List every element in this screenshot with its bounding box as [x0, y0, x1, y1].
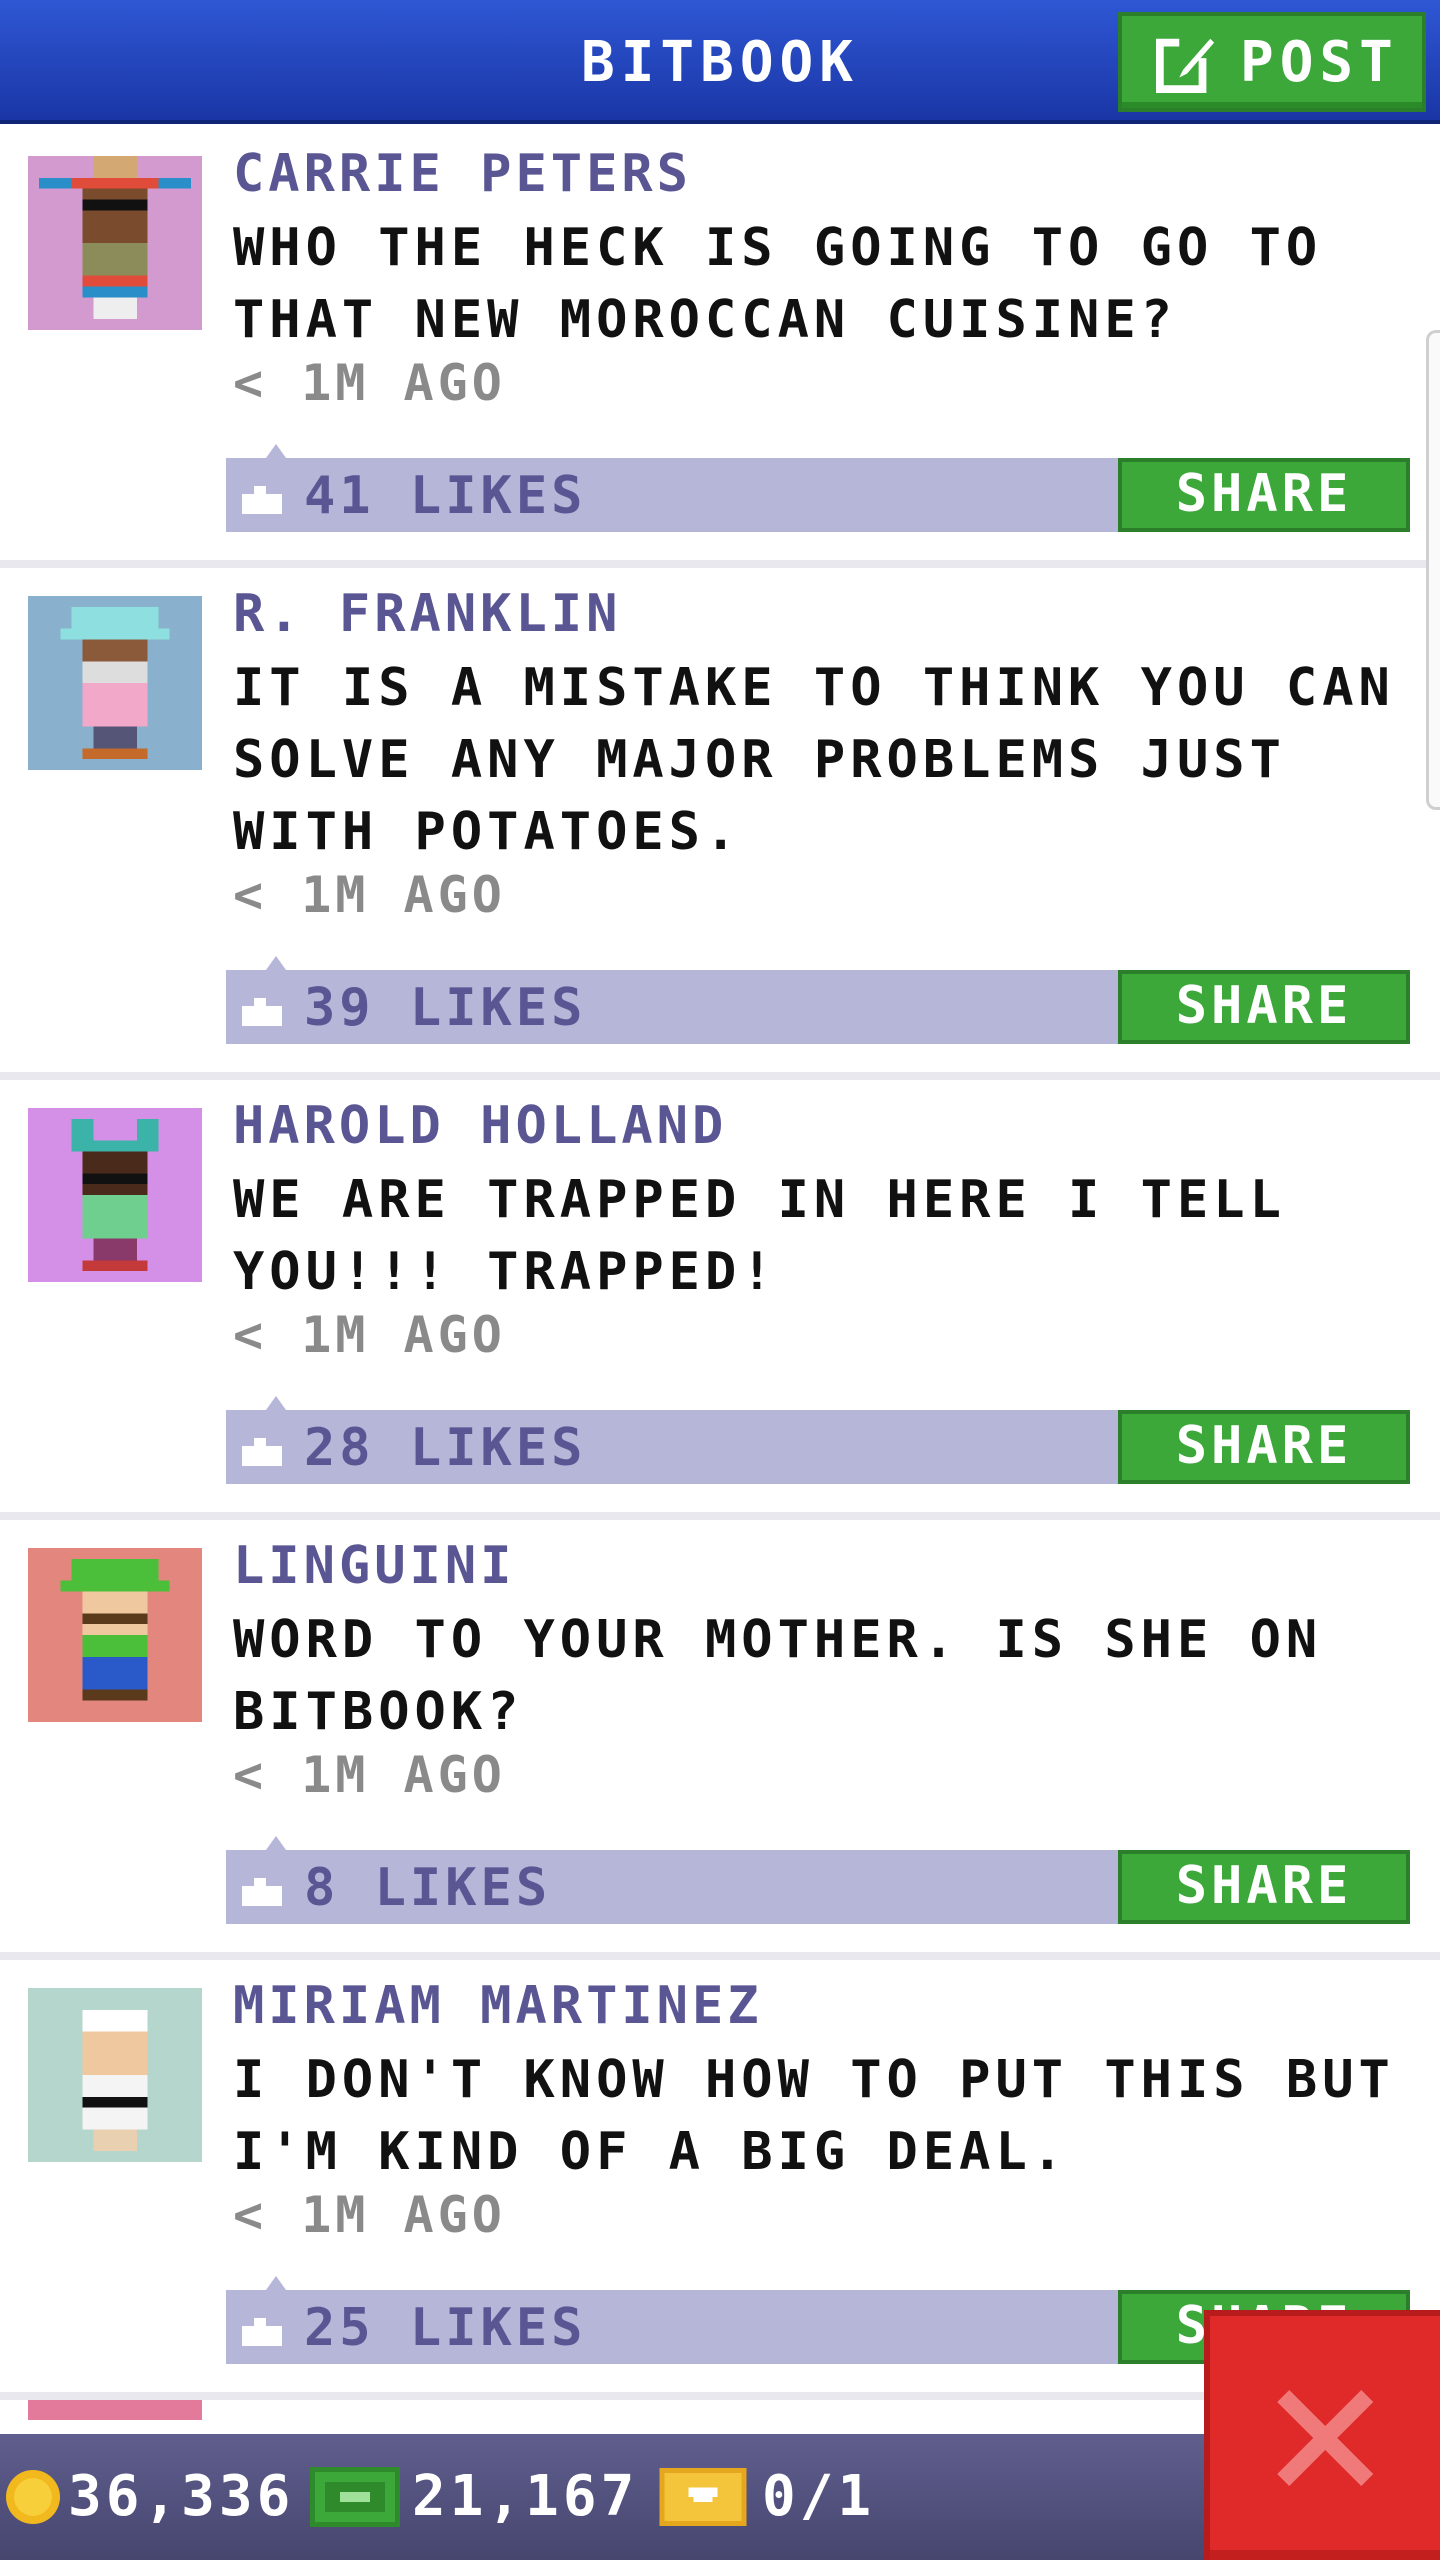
app-header: BITBOOK POST [0, 0, 1440, 124]
tickets-stat[interactable]: 0/1 [658, 2464, 875, 2529]
post-timestamp: < 1M AGO [233, 866, 506, 924]
post-text: WORD TO YOUR MOTHER. IS SHE ON BITBOOK? [233, 1610, 1323, 1742]
avatar [28, 2400, 202, 2420]
likes-bar: 8 LIKES SHARE [226, 1850, 1410, 1924]
bux-icon [310, 2466, 400, 2527]
share-button[interactable]: SHARE [1118, 458, 1410, 532]
feed-post: HAROLD HOLLAND WE ARE TRAPPED IN HERE I … [0, 1080, 1440, 1520]
bux-stat[interactable]: 21,167 [310, 2464, 638, 2529]
likes-count: 8 LIKES [304, 1858, 552, 1918]
feed-post: R. FRANKLIN IT IS A MISTAKE TO THINK YOU… [0, 568, 1440, 1080]
share-button[interactable]: SHARE [1118, 1850, 1410, 1924]
post-author[interactable]: LINGUINI [233, 1536, 515, 1596]
likes-bar: 41 LIKES SHARE [226, 458, 1410, 532]
post-timestamp: < 1M AGO [233, 354, 506, 412]
avatar[interactable] [28, 1988, 202, 2162]
close-button[interactable] [1204, 2310, 1440, 2560]
likes-count: 39 LIKES [304, 978, 587, 1038]
avatar[interactable] [28, 1108, 202, 1282]
post-timestamp: < 1M AGO [233, 1746, 506, 1804]
avatar[interactable] [28, 1548, 202, 1722]
feed-post: LINGUINI WORD TO YOUR MOTHER. IS SHE ON … [0, 1520, 1440, 1960]
feed-post: CARRIE PETERS WHO THE HECK IS GOING TO G… [0, 128, 1440, 568]
post-author[interactable]: R. FRANKLIN [233, 584, 621, 644]
post-text: WHO THE HECK IS GOING TO GO TO THAT NEW … [233, 218, 1323, 350]
likes-bar: 39 LIKES SHARE [226, 970, 1410, 1044]
post-author[interactable]: MIRIAM MARTINEZ [233, 1976, 763, 2036]
post-timestamp: < 1M AGO [233, 1306, 506, 1364]
coins-value: 36,336 [68, 2464, 295, 2529]
like-icon[interactable] [242, 1874, 282, 1906]
post-timestamp: < 1M AGO [233, 2186, 506, 2244]
compose-icon [1156, 34, 1215, 93]
likes-count: 28 LIKES [304, 1418, 587, 1478]
close-icon [1277, 2390, 1373, 2486]
post-author[interactable]: CARRIE PETERS [233, 144, 692, 204]
coins-stat[interactable]: 36,336 [6, 2464, 294, 2529]
share-button[interactable]: SHARE [1118, 970, 1410, 1044]
avatar[interactable] [28, 156, 202, 330]
likes-bar: 28 LIKES SHARE [226, 1410, 1410, 1484]
scroll-indicator[interactable] [1426, 330, 1440, 810]
bitbook-feed[interactable]: CARRIE PETERS WHO THE HECK IS GOING TO G… [0, 128, 1440, 2520]
coin-icon [6, 2469, 60, 2524]
post-text: I DON'T KNOW HOW TO PUT THIS BUT I'M KIN… [233, 2050, 1395, 2182]
post-button[interactable]: POST [1118, 12, 1426, 112]
share-button[interactable]: SHARE [1118, 1410, 1410, 1484]
post-author[interactable]: HAROLD HOLLAND [233, 1096, 727, 1156]
likes-count: 25 LIKES [304, 2298, 587, 2358]
post-text: IT IS A MISTAKE TO THINK YOU CAN SOLVE A… [233, 658, 1395, 862]
avatar[interactable] [28, 596, 202, 770]
post-button-label: POST [1240, 29, 1399, 95]
likes-count: 41 LIKES [304, 466, 587, 526]
like-icon[interactable] [242, 994, 282, 1026]
bux-value: 21,167 [412, 2464, 639, 2529]
post-text: WE ARE TRAPPED IN HERE I TELL YOU!!! TRA… [233, 1170, 1286, 1302]
like-icon[interactable] [242, 482, 282, 514]
ticket-icon [659, 2467, 747, 2526]
tickets-value: 0/1 [762, 2464, 876, 2529]
like-icon[interactable] [242, 2314, 282, 2346]
like-icon[interactable] [242, 1434, 282, 1466]
